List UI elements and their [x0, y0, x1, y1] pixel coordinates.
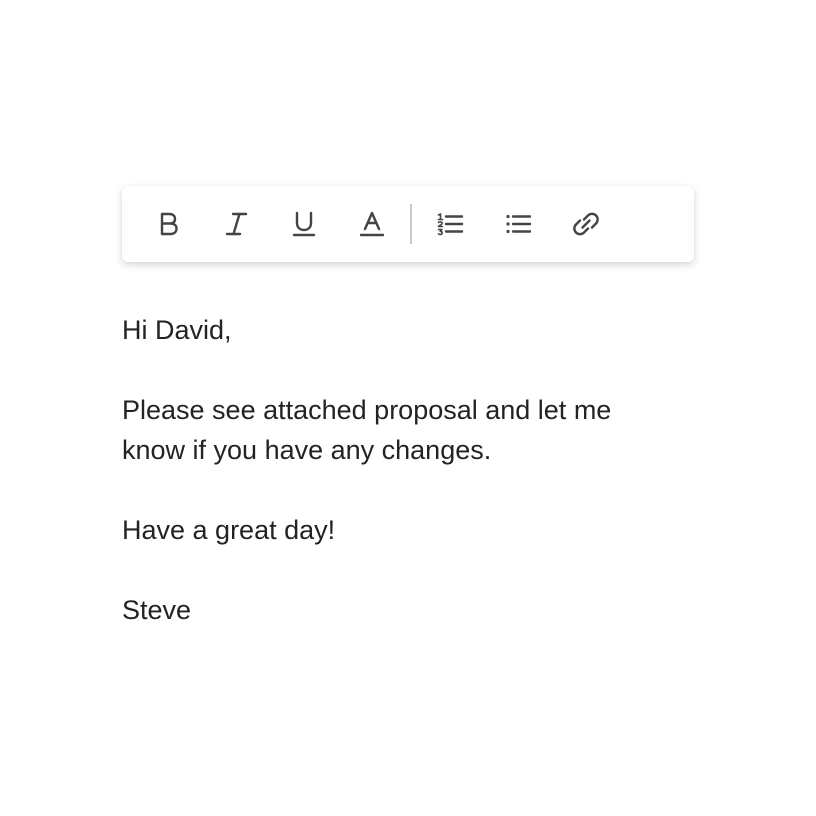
message-greeting: Hi David, [122, 315, 232, 345]
numbered-list-button[interactable] [430, 204, 470, 244]
italic-button[interactable] [216, 204, 256, 244]
underline-button[interactable] [284, 204, 324, 244]
message-closing: Have a great day! [122, 515, 336, 545]
message-signature: Steve [122, 595, 192, 625]
message-editor[interactable]: Hi David, Please see attached proposal a… [122, 310, 682, 630]
italic-icon [225, 212, 248, 236]
bold-button[interactable] [148, 204, 188, 244]
text-color-icon [359, 211, 385, 237]
link-button[interactable] [566, 204, 606, 244]
link-icon [573, 212, 599, 236]
message-body: Please see attached proposal and let me k… [122, 390, 682, 470]
message-body-line: Please see attached proposal and let me [122, 395, 612, 425]
bulleted-list-icon [506, 214, 532, 234]
toolbar-divider [410, 204, 412, 244]
numbered-list-icon [437, 213, 464, 236]
bold-icon [160, 212, 178, 236]
underline-icon [292, 211, 316, 237]
message-body-line: know if you have any changes. [122, 435, 492, 465]
formatting-toolbar [122, 186, 694, 262]
text-color-button[interactable] [352, 204, 392, 244]
bulleted-list-button[interactable] [498, 204, 538, 244]
